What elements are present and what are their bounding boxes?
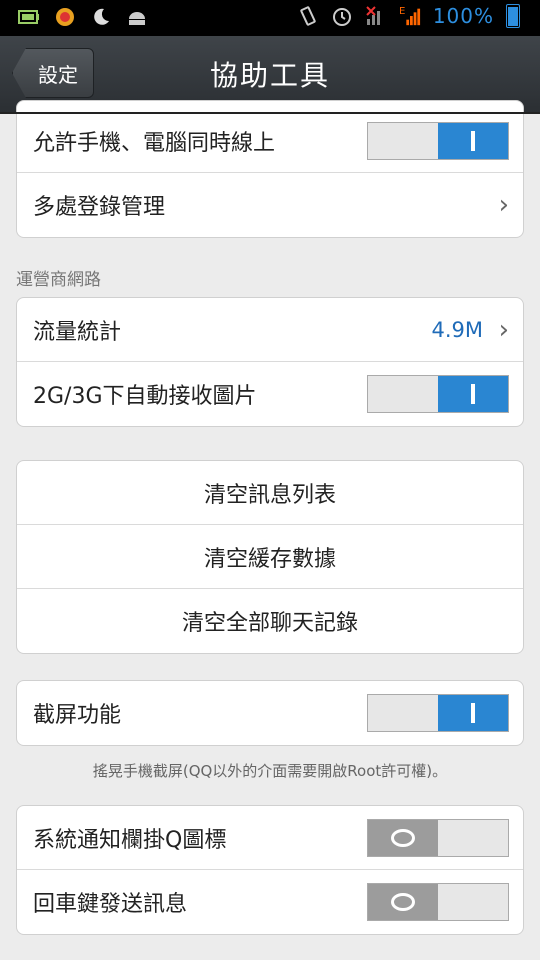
button-label: 清空緩存數據 <box>203 546 336 572</box>
setting-row-enter-to-send[interactable]: 回車鍵發送訊息 <box>17 870 523 934</box>
title-bar-shadow <box>0 112 540 114</box>
signal-icon: E <box>399 5 421 27</box>
chevron-right-icon: › <box>498 190 509 220</box>
network-type-label: E <box>399 6 405 17</box>
simultaneous-online-toggle[interactable] <box>367 121 509 160</box>
battery-icon <box>506 4 520 28</box>
page-title: 協助工具 <box>209 59 330 92</box>
account-settings-group: 允許手機、電腦同時線上 多處登錄管理 › <box>16 100 524 238</box>
alarm-icon <box>331 5 353 27</box>
setting-row-auto-receive-images[interactable]: 2G/3G下自動接收圖片 <box>17 362 523 426</box>
setting-label: 允許手機、電腦同時線上 <box>33 130 276 156</box>
notification-icons <box>18 6 148 28</box>
clear-all-chat-history-button[interactable]: 清空全部聊天記錄 <box>17 589 523 653</box>
screenshot-group: 截屏功能 <box>16 680 524 746</box>
battery-percent: 100% <box>432 4 494 28</box>
notification-group: 系統通知欄掛Q圖標 回車鍵發送訊息 <box>16 805 524 935</box>
section-label-carrier-network: 運營商網路 <box>16 270 101 290</box>
carrier-network-group: 流量統計 4.9M › 2G/3G下自動接收圖片 <box>16 297 524 427</box>
signal-no-service-icon <box>365 5 387 27</box>
system-icons: E 100% <box>297 4 520 28</box>
status-bar: E 100% <box>0 0 540 36</box>
setting-label: 流量統計 <box>33 319 122 345</box>
android-icon <box>126 6 148 28</box>
button-label: 清空訊息列表 <box>203 482 336 508</box>
qq-icon <box>54 6 76 28</box>
notification-icon-toggle[interactable] <box>367 818 509 857</box>
screenshot-toggle[interactable] <box>367 694 509 732</box>
setting-label: 2G/3G下自動接收圖片 <box>33 384 257 409</box>
vibrate-icon <box>297 5 319 27</box>
setting-row-data-usage[interactable]: 流量統計 4.9M › <box>17 298 523 362</box>
setting-row-notification-icon[interactable]: 系統通知欄掛Q圖標 <box>17 806 523 870</box>
clear-data-group: 清空訊息列表 清空緩存數據 清空全部聊天記錄 <box>16 460 524 654</box>
setting-label: 回車鍵發送訊息 <box>33 892 188 917</box>
setting-label: 系統通知欄掛Q圖標 <box>33 827 227 853</box>
clear-cache-button[interactable]: 清空緩存數據 <box>17 525 523 589</box>
battery-charging-icon <box>18 6 40 28</box>
screenshot-hint: 搖晃手機截屏(QQ以外的介面需要開啟Root許可權)。 <box>92 762 448 780</box>
setting-label: 截屏功能 <box>33 703 122 728</box>
enter-to-send-toggle[interactable] <box>367 883 509 921</box>
button-label: 清空全部聊天記錄 <box>181 611 358 636</box>
setting-label: 多處登錄管理 <box>33 195 166 220</box>
weather-icon <box>90 6 112 28</box>
clear-message-list-button[interactable]: 清空訊息列表 <box>17 461 523 525</box>
setting-row-multi-login-management[interactable]: 多處登錄管理 › <box>17 173 523 237</box>
auto-receive-images-toggle[interactable] <box>367 375 509 413</box>
setting-row-screenshot[interactable]: 截屏功能 <box>17 681 523 745</box>
data-usage-value: 4.9M <box>431 317 483 342</box>
chevron-right-icon: › <box>498 314 509 345</box>
